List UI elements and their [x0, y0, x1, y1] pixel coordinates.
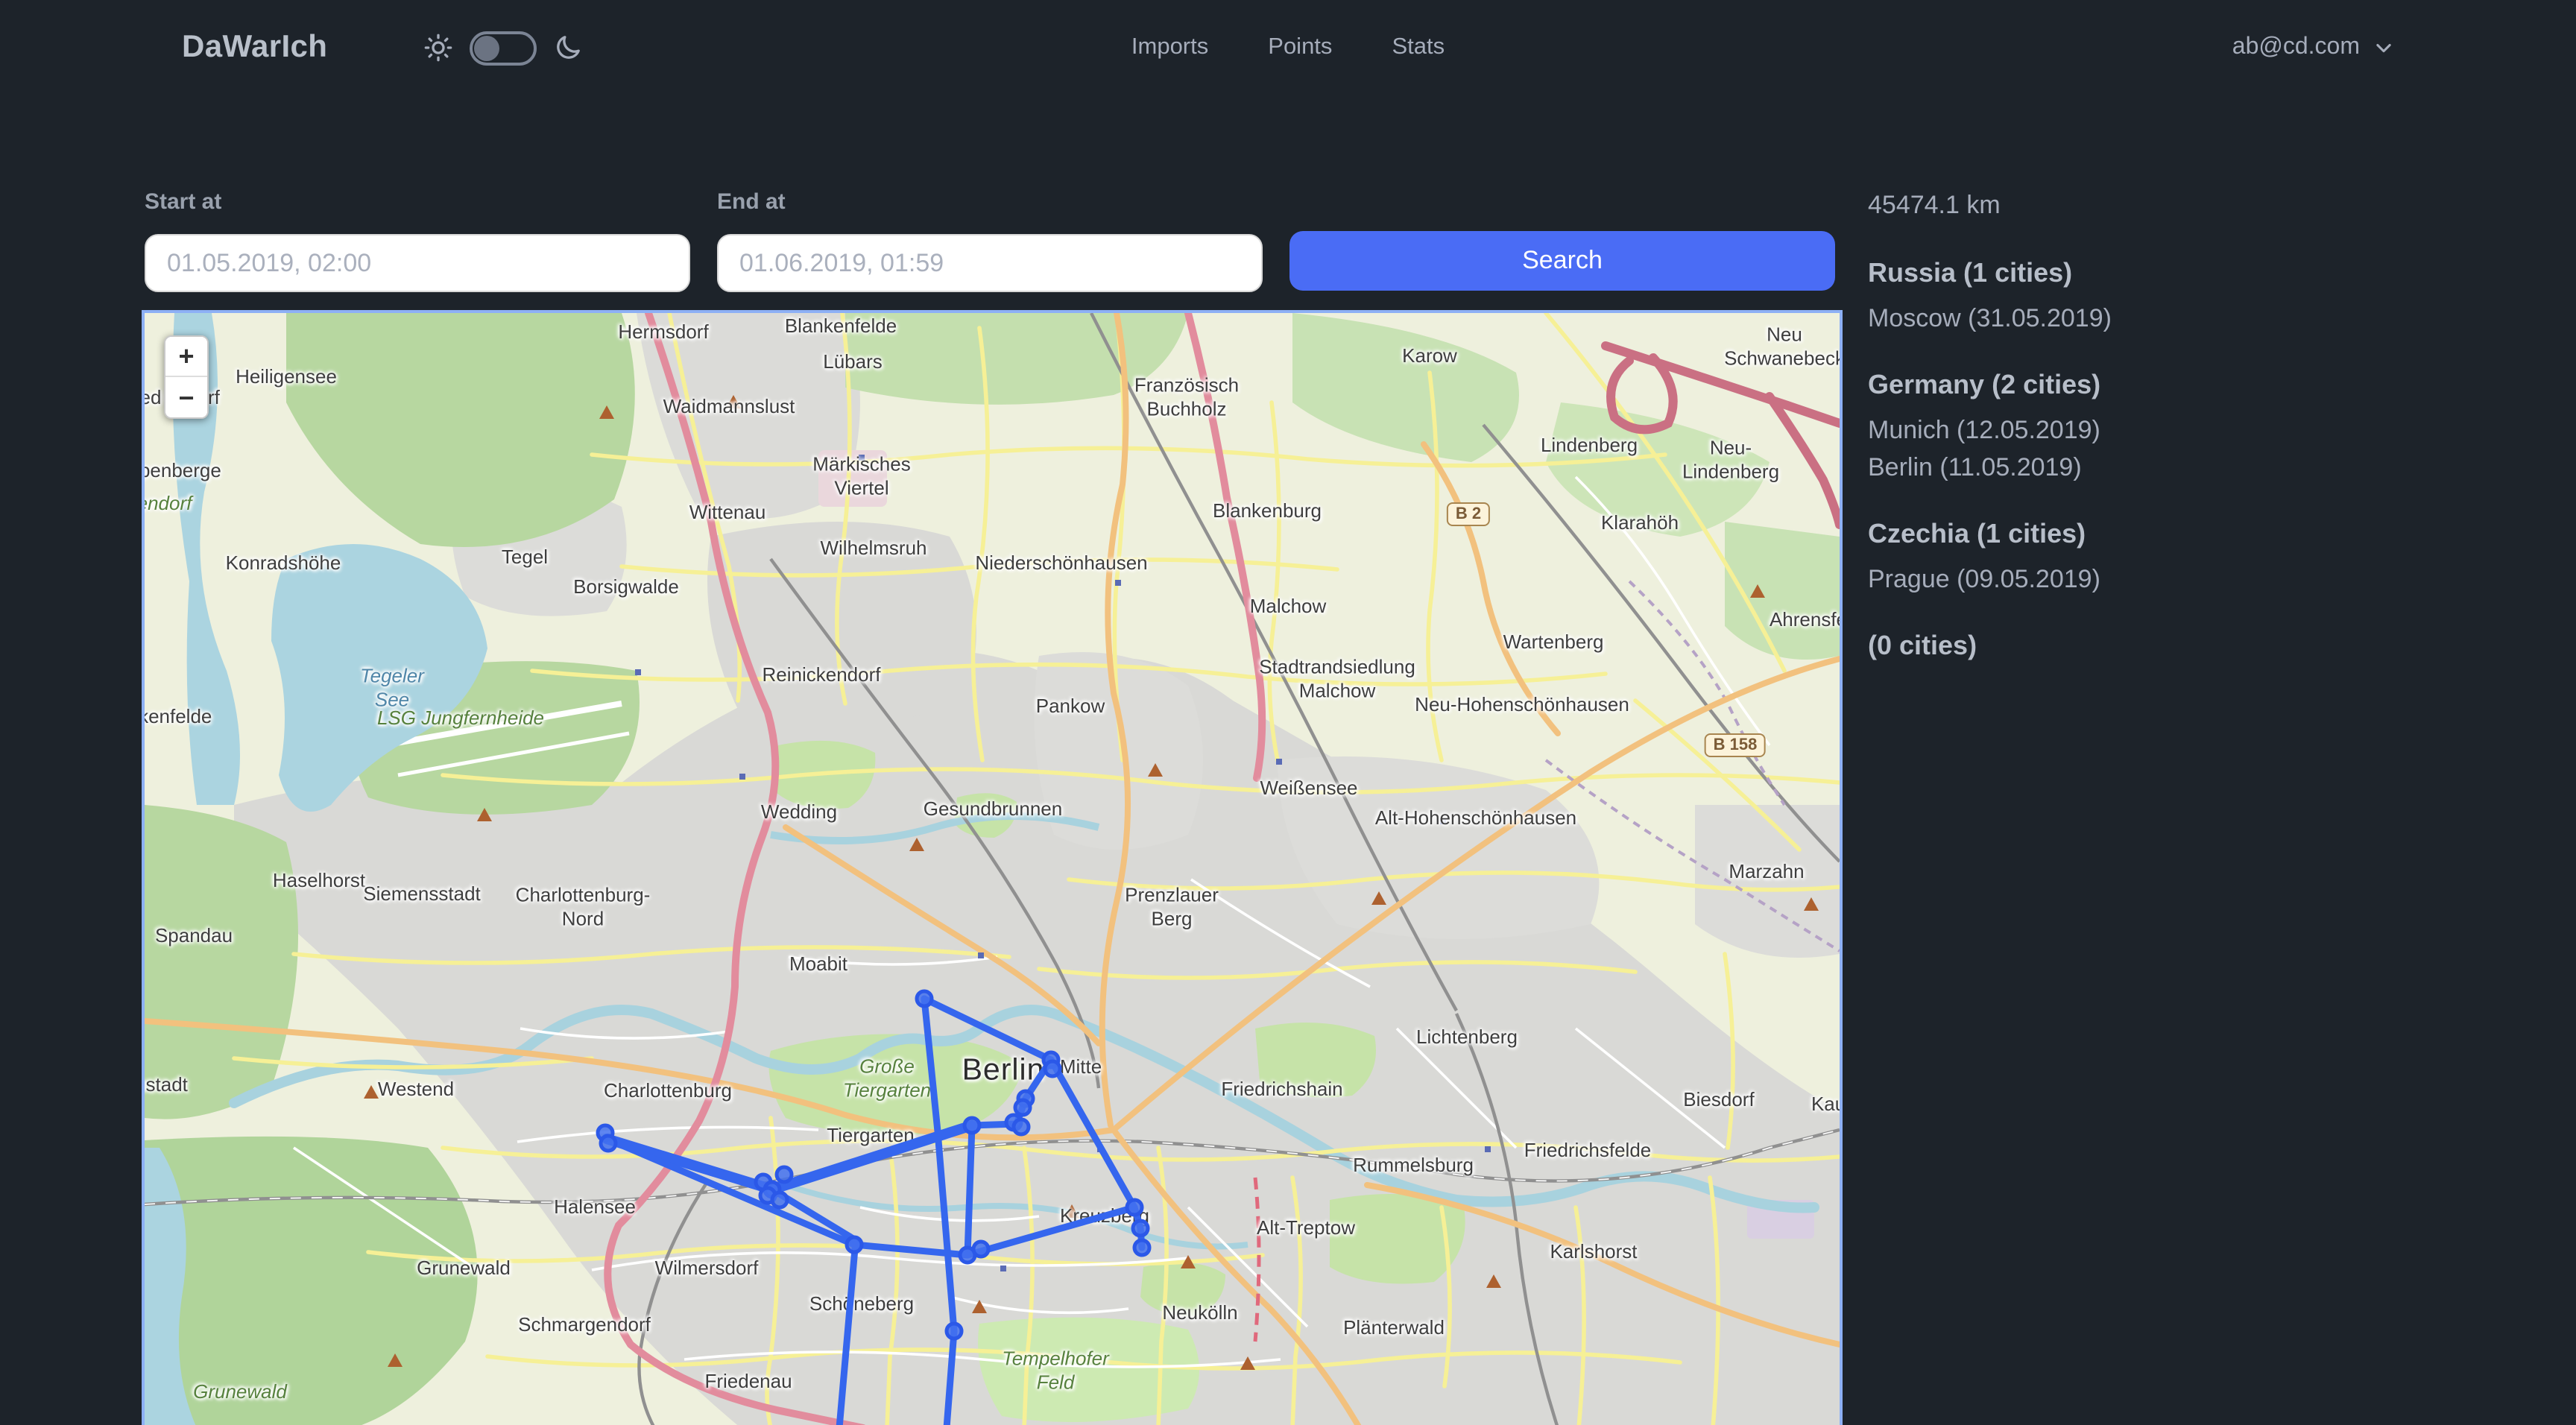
country-heading: Germany (2 cities): [1868, 370, 2464, 401]
start-at-input[interactable]: [145, 234, 690, 292]
country-heading: (0 cities): [1868, 631, 2464, 662]
map-container[interactable]: HermsdorfBlankenfeldeKarowNeu Schwanebec…: [142, 310, 1843, 1425]
end-at-field: End at: [717, 189, 1263, 292]
app-logo[interactable]: DaWarIch: [182, 30, 327, 66]
city-entry: Berlin (11.05.2019): [1868, 449, 2464, 486]
country-block: (0 cities): [1868, 631, 2464, 662]
stats-panel: 45474.1 km Russia (1 cities) Moscow (31.0…: [1868, 191, 2464, 695]
map-tiles: [145, 313, 1840, 1425]
theme-toggle-knob: [473, 35, 499, 60]
country-block: Russia (1 cities) Moscow (31.05.2019): [1868, 258, 2464, 337]
country-block: Czechia (1 cities) Prague (09.05.2019): [1868, 519, 2464, 598]
map-zoom-out-button[interactable]: −: [165, 377, 207, 417]
city-entry: Moscow (31.05.2019): [1868, 300, 2464, 337]
moon-icon: [552, 33, 582, 63]
nav-link-imports[interactable]: Imports: [1131, 34, 1208, 61]
country-heading: Czechia (1 cities): [1868, 519, 2464, 550]
nav-link-stats[interactable]: Stats: [1392, 34, 1445, 61]
end-at-label: End at: [717, 189, 1263, 215]
country-heading: Russia (1 cities): [1868, 258, 2464, 289]
app-root: DaWarIch Imports Points Stats ab@cd.com: [0, 0, 2576, 1425]
total-distance: 45474.1 km: [1868, 191, 2464, 221]
start-at-label: Start at: [145, 189, 690, 215]
nav-link-points[interactable]: Points: [1268, 34, 1332, 61]
city-entry: Prague (09.05.2019): [1868, 560, 2464, 598]
map-zoom-in-button[interactable]: +: [165, 337, 207, 377]
user-menu[interactable]: ab@cd.com: [2232, 34, 2394, 61]
chevron-down-icon: [2373, 37, 2394, 58]
country-block: Germany (2 cities) Munich (12.05.2019)Ber…: [1868, 370, 2464, 486]
navbar: DaWarIch Imports Points Stats ab@cd.com: [0, 0, 2576, 95]
main-nav: Imports Points Stats: [1131, 34, 1445, 61]
sun-icon: [423, 33, 452, 63]
theme-toggle[interactable]: [469, 31, 536, 65]
end-at-input[interactable]: [717, 234, 1263, 292]
city-entry: Munich (12.05.2019): [1868, 411, 2464, 449]
map-zoom-control: + −: [164, 335, 209, 419]
theme-toggle-group: [423, 31, 582, 65]
countries-list: Russia (1 cities) Moscow (31.05.2019) Germ…: [1868, 258, 2464, 662]
search-button[interactable]: Search: [1289, 231, 1835, 291]
start-at-field: Start at: [145, 189, 690, 292]
user-email: ab@cd.com: [2232, 34, 2360, 61]
